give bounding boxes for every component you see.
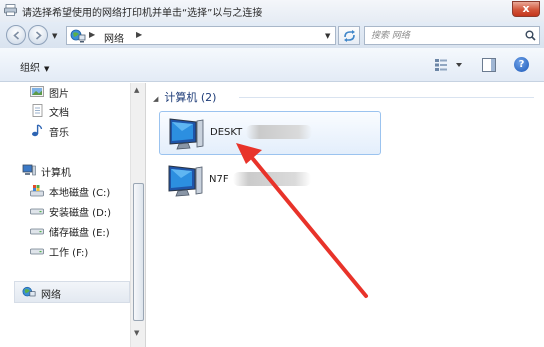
chevron-down-icon: ▼ — [44, 65, 50, 73]
computer-item-n7f[interactable]: N7F — [159, 159, 381, 203]
nav-item-label: 工作 (F:) — [49, 248, 89, 259]
music-icon — [32, 124, 43, 137]
monitor-icon — [168, 165, 203, 197]
scrollbar-thumb[interactable] — [133, 183, 144, 321]
scroll-down-icon[interactable]: ▼ — [134, 329, 139, 337]
forward-arrow-icon — [35, 31, 42, 40]
computer-name: DESKT — [210, 127, 243, 138]
window-title: 请选择希望使用的网络打印机并单击“选择”以与之连接 — [22, 8, 263, 19]
address-row: ▼ ▶ 网络 ▶ ▼ — [0, 22, 544, 48]
nav-item-label: 图片 — [49, 89, 69, 100]
nav-item-label: 网络 — [41, 290, 61, 301]
nav-item-label: 文档 — [49, 108, 69, 119]
computer-name: N7F — [209, 174, 229, 185]
collapse-group-icon[interactable]: ◢ — [153, 95, 158, 103]
back-button[interactable] — [6, 25, 26, 45]
address-dropdown-icon[interactable]: ▼ — [325, 32, 330, 40]
back-arrow-icon — [13, 31, 20, 40]
close-icon: x — [522, 2, 530, 15]
drive-icon — [30, 248, 44, 255]
nav-scrollbar[interactable]: ▲ ▼ — [130, 83, 146, 347]
documents-icon — [32, 104, 43, 117]
refresh-button[interactable] — [338, 26, 360, 45]
navigation-pane: 图片 文档 音乐 计算机 本地磁盘 (C:) 安装磁盘 (D:) 储存磁盘 (E… — [0, 83, 130, 347]
organize-menu[interactable]: 组织 ▼ — [20, 59, 49, 74]
network-icon — [70, 29, 86, 43]
group-header[interactable]: ◢ 计算机 (2) — [153, 89, 216, 105]
drive-icon — [30, 208, 44, 215]
change-view-icon[interactable] — [434, 58, 464, 72]
system-drive-icon — [30, 185, 44, 197]
title-bar: 请选择希望使用的网络打印机并单击“选择”以与之连接 x — [0, 0, 544, 22]
group-header-label: 计算机 (2) — [164, 91, 217, 104]
nav-item-label: 音乐 — [49, 128, 69, 139]
drive-icon — [30, 228, 44, 235]
nav-item-label: 计算机 — [41, 168, 71, 179]
group-divider — [239, 97, 534, 98]
nav-item-label: 安装磁盘 (D:) — [49, 208, 112, 219]
pictures-icon — [30, 86, 44, 97]
help-icon[interactable]: ? — [514, 57, 529, 72]
close-button[interactable]: x — [512, 1, 540, 17]
refresh-icon — [344, 30, 355, 42]
breadcrumb-separator-icon[interactable]: ▶ — [89, 30, 95, 39]
command-bar: 组织 ▼ ? — [0, 48, 544, 82]
redacted-blur — [246, 125, 312, 139]
scroll-up-icon[interactable]: ▲ — [134, 86, 139, 94]
network-icon — [22, 286, 36, 297]
content-pane: ◢ 计算机 (2) DESKT N7F — [147, 83, 544, 347]
forward-button[interactable] — [28, 25, 48, 45]
breadcrumb-network[interactable]: 网络 — [104, 30, 124, 45]
redacted-blur — [233, 172, 311, 186]
printer-icon — [4, 4, 17, 16]
computer-icon — [22, 164, 36, 176]
address-box[interactable]: ▶ 网络 ▶ ▼ — [66, 26, 336, 45]
monitor-icon — [169, 118, 204, 150]
nav-item-label: 储存磁盘 (E:) — [49, 228, 110, 239]
search-input[interactable] — [371, 29, 516, 43]
search-icon[interactable] — [525, 30, 536, 41]
computer-item-desktop[interactable]: DESKT — [159, 111, 381, 155]
recent-pages-dropdown[interactable]: ▼ — [52, 32, 57, 40]
search-box[interactable] — [364, 26, 540, 45]
nav-item-label: 本地磁盘 (C:) — [49, 188, 111, 199]
preview-pane-icon[interactable] — [482, 58, 496, 72]
organize-label: 组织 — [20, 63, 40, 74]
breadcrumb-separator-icon[interactable]: ▶ — [136, 30, 142, 39]
